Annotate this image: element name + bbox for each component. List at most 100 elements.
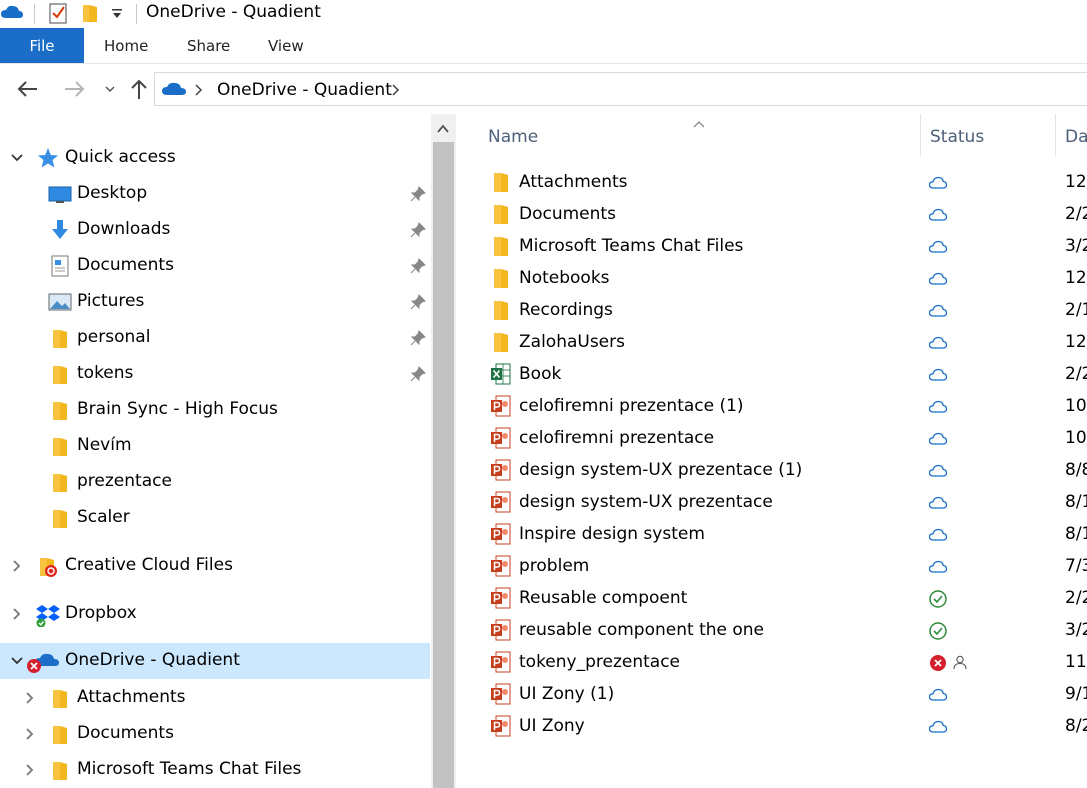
forward-button[interactable] (62, 77, 86, 101)
folder-icon (490, 266, 512, 290)
file-row[interactable]: Book 2/2 (458, 358, 1087, 390)
chevron-right-icon[interactable] (9, 558, 25, 574)
tree-item-tokens[interactable]: tokens (0, 356, 430, 392)
customize-toolbar-icon[interactable] (110, 6, 124, 26)
onedrive-cloud-icon (0, 2, 24, 28)
column-header-status[interactable]: Status (921, 114, 1055, 158)
tree-item-onedrive-attachments[interactable]: Attachments (0, 680, 430, 716)
tree-item-label: Scaler (77, 507, 130, 527)
tree-item-label: Downloads (77, 219, 171, 239)
chevron-right-icon[interactable] (193, 82, 205, 101)
tree-item-nevim[interactable]: Nevím (0, 428, 430, 464)
tree-item-downloads[interactable]: Downloads (0, 212, 430, 248)
file-row[interactable]: UI Zony (1) 9/1 (458, 678, 1087, 710)
tree-item-desktop[interactable]: Desktop (0, 176, 430, 212)
powerpoint-file-icon (490, 650, 512, 674)
folder-icon (490, 202, 512, 226)
chevron-right-icon[interactable] (22, 762, 38, 778)
file-row[interactable]: celofiremni prezentace 10/ (458, 422, 1087, 454)
tree-item-creative-cloud[interactable]: Creative Cloud Files (0, 548, 430, 584)
chevron-right-icon[interactable] (22, 726, 38, 742)
tree-item-personal[interactable]: personal (0, 320, 430, 356)
tab-share[interactable]: Share (187, 28, 230, 63)
file-name: UI Zony (1) (519, 684, 615, 704)
dropbox-icon (35, 603, 60, 628)
address-bar[interactable]: OneDrive - Quadient (154, 72, 1087, 106)
new-folder-icon[interactable] (80, 2, 100, 28)
tree-item-quick-access[interactable]: Quick access (0, 140, 430, 176)
onedrive-cloud-icon (161, 78, 187, 104)
file-row[interactable]: Attachments 12/ (458, 166, 1087, 198)
tree-item-label: Desktop (77, 183, 148, 203)
column-header-name[interactable]: Name (458, 114, 920, 158)
properties-icon[interactable] (48, 2, 68, 28)
tree-item-label: OneDrive - Quadient (65, 650, 240, 670)
titlebar-divider (136, 4, 137, 24)
file-row[interactable]: Recordings 2/1 (458, 294, 1087, 326)
file-row[interactable]: problem 7/3 (458, 550, 1087, 582)
pin-icon[interactable] (410, 330, 426, 346)
navigation-pane-scrollbar[interactable] (431, 114, 456, 788)
pin-icon[interactable] (410, 294, 426, 310)
file-row[interactable]: Documents 2/2 (458, 198, 1087, 230)
chevron-right-icon[interactable] (22, 690, 38, 706)
cloud-status-icon (928, 237, 948, 257)
downloads-icon (48, 219, 72, 241)
file-name: design system-UX prezentace (1) (519, 460, 803, 480)
tree-item-documents[interactable]: Documents (0, 248, 430, 284)
file-date: 12/ (1065, 332, 1087, 352)
file-row[interactable]: reusable component the one 3/2 (458, 614, 1087, 646)
back-button[interactable] (16, 77, 40, 101)
tree-item-onedrive-documents[interactable]: Documents (0, 716, 430, 752)
chevron-down-icon[interactable] (9, 150, 25, 166)
tree-item-brain-sync[interactable]: Brain Sync - High Focus (0, 392, 430, 428)
file-row[interactable]: UI Zony 8/2 (458, 710, 1087, 742)
tree-item-label: tokens (77, 363, 134, 383)
scrollbar-thumb[interactable] (433, 142, 454, 788)
file-date: 11/ (1065, 652, 1087, 672)
column-header-date[interactable]: Da (1056, 114, 1087, 158)
chevron-down-icon[interactable] (9, 653, 25, 669)
folder-icon (48, 363, 72, 385)
tree-item-pictures[interactable]: Pictures (0, 284, 430, 320)
cloud-status-icon (928, 525, 948, 545)
file-row[interactable]: Inspire design system 8/1 (458, 518, 1087, 550)
cloud-status-icon (928, 429, 948, 449)
tree-item-dropbox[interactable]: Dropbox (0, 596, 430, 632)
powerpoint-file-icon (490, 426, 512, 450)
scroll-up-arrow-icon[interactable] (436, 120, 450, 139)
onedrive-error-icon (26, 650, 62, 673)
file-row[interactable]: tokeny_prezentace 11/ (458, 646, 1087, 678)
chevron-right-icon[interactable] (9, 606, 25, 622)
column-header-label: Da (1065, 127, 1087, 147)
tree-item-prezentace[interactable]: prezentace (0, 464, 430, 500)
tree-item-onedrive-teams-chat[interactable]: Microsoft Teams Chat Files (0, 752, 430, 788)
cloud-status-icon (928, 557, 948, 577)
file-row[interactable]: Notebooks 12/ (458, 262, 1087, 294)
up-button[interactable] (127, 77, 151, 101)
file-row[interactable]: design system-UX prezentace 8/1 (458, 486, 1087, 518)
chevron-right-icon[interactable] (390, 82, 402, 101)
breadcrumb[interactable]: OneDrive - Quadient (217, 80, 392, 100)
file-row[interactable]: celofiremni prezentace (1) 10/ (458, 390, 1087, 422)
file-row[interactable]: Microsoft Teams Chat Files 3/2 (458, 230, 1087, 262)
pin-icon[interactable] (410, 258, 426, 274)
file-row[interactable]: Reusable compoent 2/2 (458, 582, 1087, 614)
file-row[interactable]: design system-UX prezentace (1) 8/8 (458, 454, 1087, 486)
tab-file[interactable]: File (0, 28, 84, 63)
tree-item-onedrive[interactable]: OneDrive - Quadient (0, 643, 430, 679)
tree-item-label: Microsoft Teams Chat Files (77, 759, 302, 779)
pin-icon[interactable] (410, 222, 426, 238)
cloud-status-icon (928, 269, 948, 289)
pin-icon[interactable] (410, 366, 426, 382)
cloud-status-icon (928, 493, 948, 513)
recent-locations-button[interactable] (98, 77, 122, 101)
tab-home[interactable]: Home (104, 28, 148, 63)
file-date: 2/2 (1065, 204, 1087, 224)
tab-view[interactable]: View (268, 28, 304, 63)
tree-item-scaler[interactable]: Scaler (0, 500, 430, 536)
pin-icon[interactable] (410, 186, 426, 202)
cloud-status-icon (928, 397, 948, 417)
file-row[interactable]: ZalohaUsers 12/ (458, 326, 1087, 358)
pictures-icon (48, 291, 72, 313)
